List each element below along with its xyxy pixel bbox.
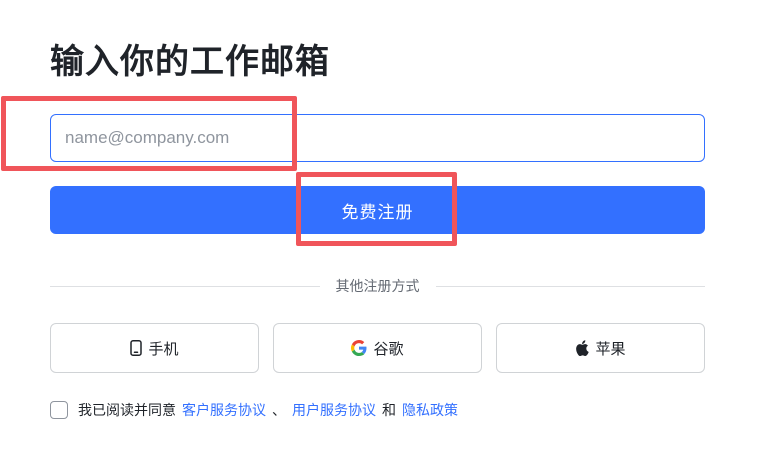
agreement-checkbox[interactable] [50,401,68,419]
agreement-row: 我已阅读并同意 客户服务协议 、 用户服务协议 和 隐私政策 [50,400,458,420]
divider-label: 其他注册方式 [335,279,420,295]
google-signup-button[interactable]: 谷歌 [273,323,482,373]
agreement-and: 和 [382,403,396,419]
google-signup-label: 谷歌 [373,339,404,358]
email-input[interactable] [50,114,705,162]
divider-line-right [435,285,705,287]
apple-signup-label: 苹果 [595,339,626,358]
page-title: 输入你的工作邮箱 [50,42,330,82]
phone-icon [130,340,143,356]
divider-line-left [50,285,320,287]
phone-signup-button[interactable]: 手机 [50,323,259,373]
other-methods-divider: 其他注册方式 [50,276,705,296]
user-service-agreement-link[interactable]: 用户服务协议 [292,400,376,420]
apple-icon [575,340,590,356]
privacy-policy-link[interactable]: 隐私政策 [402,400,458,420]
agreement-separator: 、 [272,403,286,419]
signup-page: 输入你的工作邮箱 免费注册 其他注册方式 手机 谷歌 [0,0,761,449]
phone-signup-label: 手机 [148,339,179,358]
customer-service-agreement-link[interactable]: 客户服务协议 [182,400,266,420]
google-icon [351,340,367,356]
agreement-prefix: 我已阅读并同意 [78,403,176,419]
signup-button[interactable]: 免费注册 [50,186,705,234]
apple-signup-button[interactable]: 苹果 [496,323,705,373]
